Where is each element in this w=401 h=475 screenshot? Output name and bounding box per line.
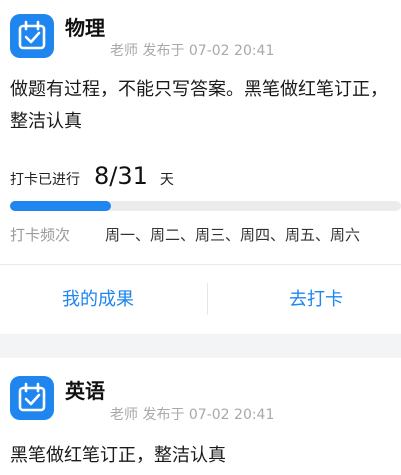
progress-bar bbox=[10, 201, 401, 211]
calendar-check-icon bbox=[10, 376, 54, 420]
progress-row: 打卡已进行 8/31 天 bbox=[10, 162, 174, 194]
publish-meta: 老师 发布于 07-02 20:41 bbox=[110, 407, 275, 423]
frequency-days: 周一、周二、周三、周四、周五、周六 bbox=[105, 226, 361, 244]
subject-title: 英语 bbox=[65, 379, 105, 403]
progress-bar-fill bbox=[10, 201, 111, 211]
progress-count: 8/31 bbox=[94, 162, 148, 190]
assignment-content: 黑笔做红笔订正，整洁认真 bbox=[10, 445, 226, 466]
my-results-button[interactable]: 我的成果 bbox=[0, 282, 196, 318]
divider bbox=[207, 283, 208, 315]
progress-label: 打卡已进行 bbox=[10, 172, 80, 188]
assignment-card-physics[interactable]: 物理 老师 发布于 07-02 20:41 做题有过程，不能只写答案。黑笔做红笔… bbox=[0, 0, 401, 334]
divider bbox=[0, 264, 401, 265]
assignment-card-english[interactable]: 英语 老师 发布于 07-02 20:41 黑笔做红笔订正，整洁认真 bbox=[0, 358, 401, 475]
assignment-content: 做题有过程，不能只写答案。黑笔做红笔订正，整洁认真 bbox=[10, 79, 388, 132]
publish-meta: 老师 发布于 07-02 20:41 bbox=[110, 43, 275, 59]
frequency-label: 打卡频次 bbox=[10, 226, 71, 244]
check-in-button[interactable]: 去打卡 bbox=[218, 282, 401, 318]
calendar-check-icon bbox=[10, 14, 54, 58]
progress-unit: 天 bbox=[159, 172, 174, 188]
subject-title: 物理 bbox=[65, 16, 105, 40]
